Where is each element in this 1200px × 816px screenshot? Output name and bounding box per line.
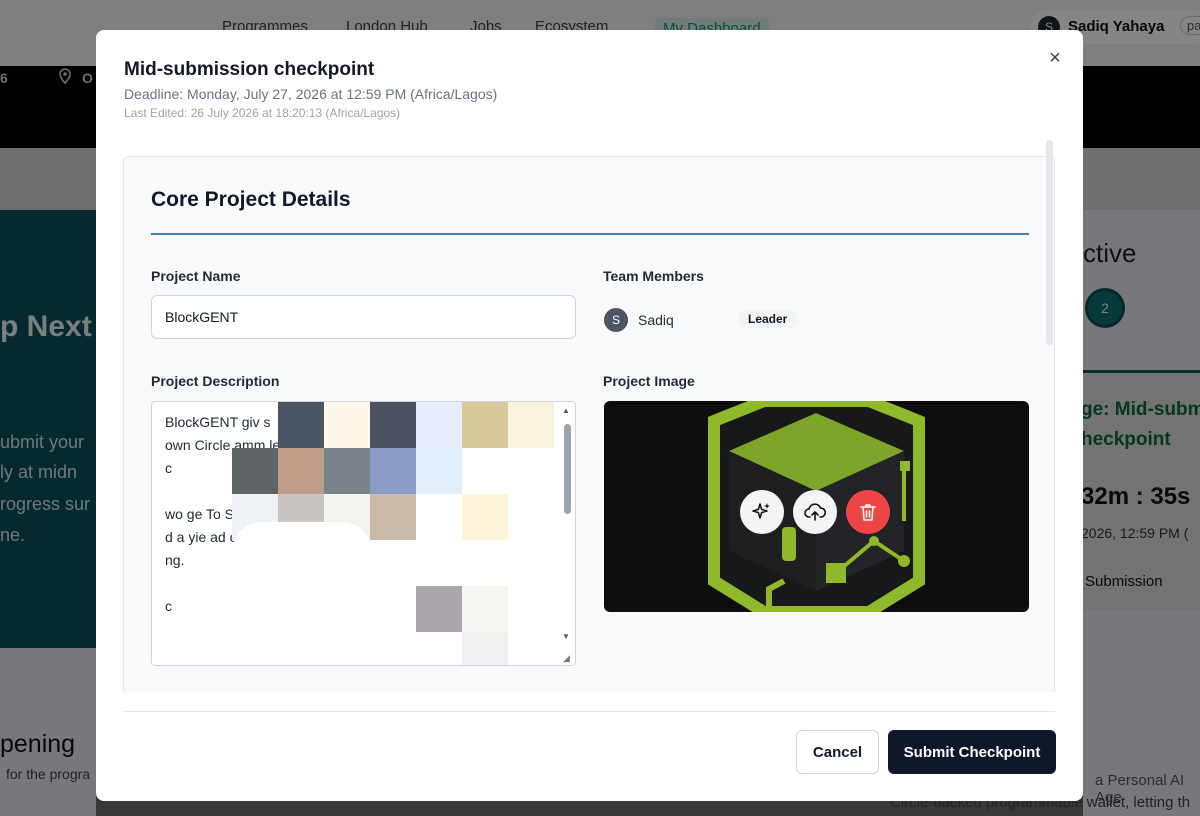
section-divider (151, 233, 1029, 235)
close-icon[interactable]: × (1043, 46, 1067, 70)
member-name: Sadiq (638, 312, 674, 328)
avatar: S (604, 308, 628, 332)
project-description-label: Project Description (151, 373, 280, 389)
sparkles-icon[interactable] (740, 490, 784, 534)
modal-deadline: Deadline: Monday, July 27, 2026 at 12:59… (124, 86, 498, 102)
cloud-upload-icon[interactable] (793, 490, 837, 534)
modal-last-edited: Last Edited: 26 July 2026 at 18:20:13 (A… (124, 106, 401, 120)
textarea-scrollbar[interactable]: ▲ ▼ (561, 404, 573, 644)
team-members-label: Team Members (603, 268, 704, 284)
modal-scrollbar[interactable] (1046, 140, 1053, 345)
project-image-label: Project Image (603, 373, 695, 389)
trash-icon[interactable] (846, 490, 890, 534)
cancel-button[interactable]: Cancel (796, 730, 879, 774)
project-name-label: Project Name (151, 268, 241, 284)
project-name-input[interactable]: BlockGENT (151, 295, 576, 339)
project-description-textarea[interactable]: BlockGENT giv s own Circle amm lett c wo… (151, 401, 576, 666)
team-member: S Sadiq Leader (604, 308, 854, 334)
core-project-card: Core Project Details Project Name BlockG… (123, 156, 1055, 692)
scrollbar-thumb[interactable] (564, 424, 571, 514)
scroll-down-icon[interactable]: ▼ (562, 632, 570, 641)
redaction-mosaic (182, 402, 554, 665)
modal-scroll-area[interactable]: Core Project Details Project Name BlockG… (123, 156, 1055, 692)
submit-checkpoint-button[interactable]: Submit Checkpoint (888, 730, 1056, 774)
footer-divider (123, 711, 1055, 712)
scroll-up-icon[interactable]: ▲ (562, 406, 570, 415)
modal-title: Mid-submission checkpoint (124, 59, 375, 80)
member-role-badge: Leader (738, 310, 798, 328)
section-title: Core Project Details (151, 188, 351, 211)
project-image (604, 401, 1029, 612)
checkpoint-modal: Mid-submission checkpoint Deadline: Mond… (96, 30, 1083, 801)
resize-handle-icon[interactable]: ◢ (563, 653, 573, 663)
